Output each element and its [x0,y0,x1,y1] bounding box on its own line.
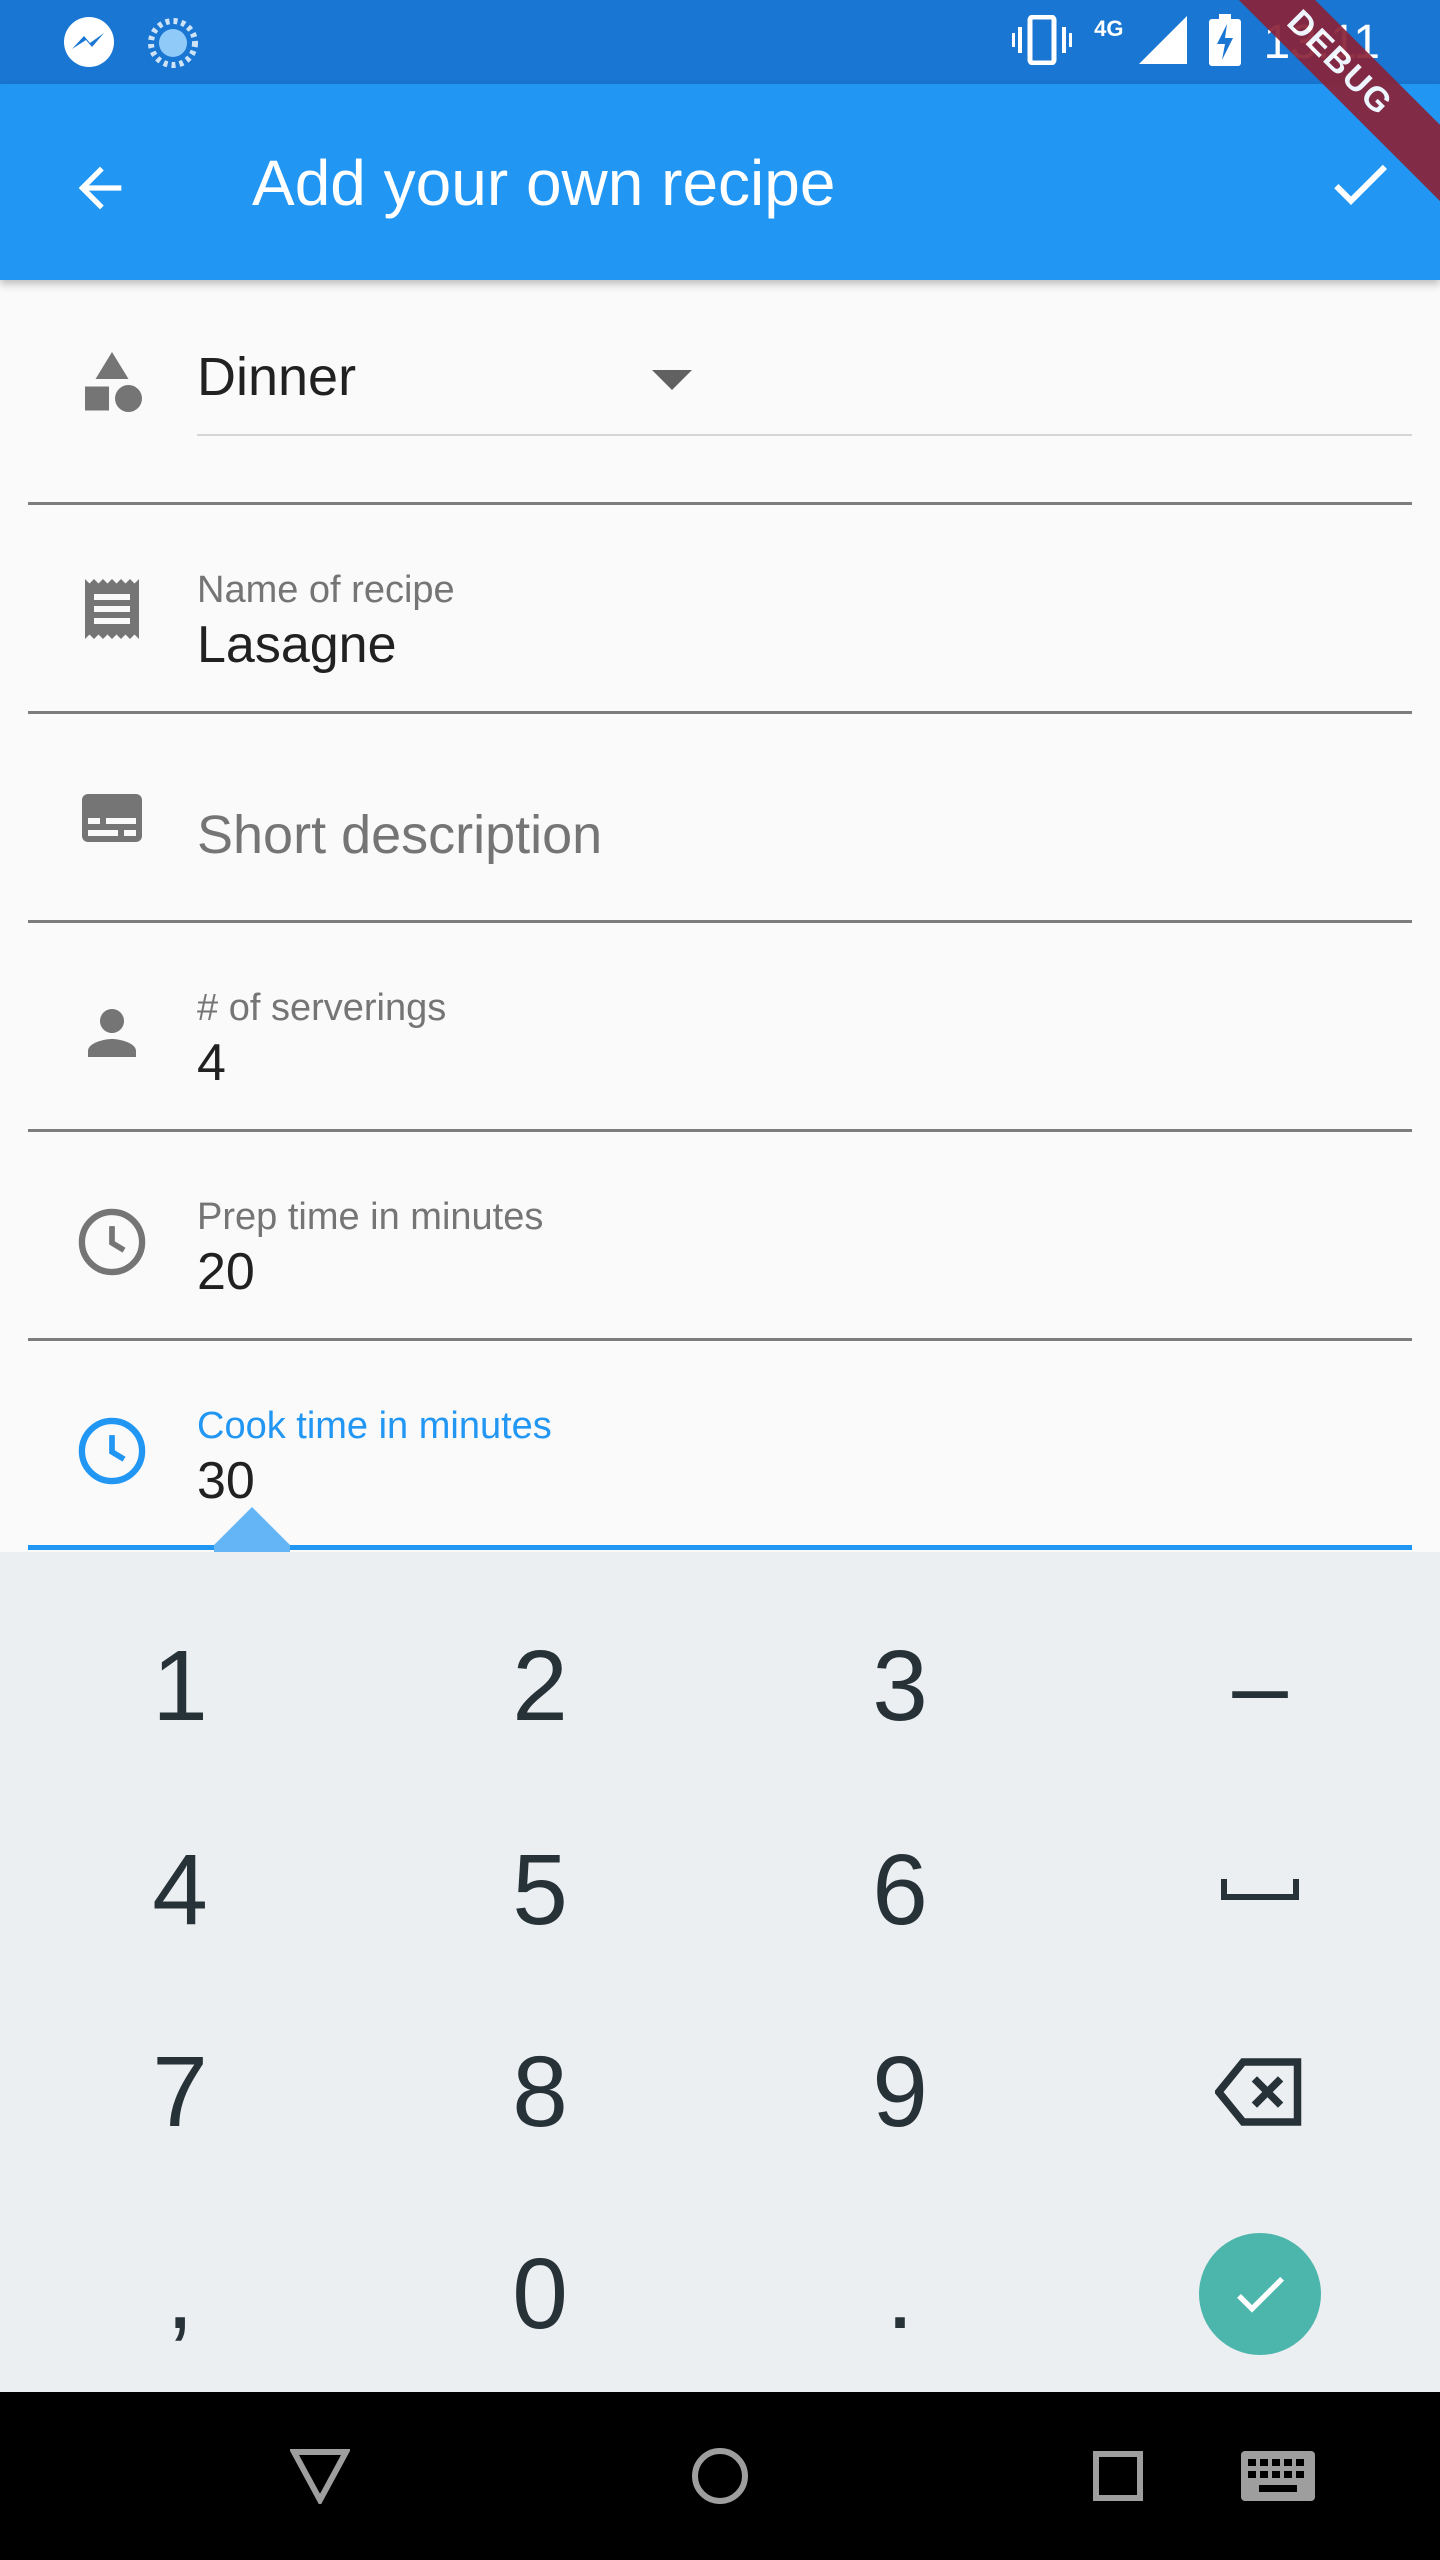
dropdown-underline [197,434,1412,436]
recipe-name-label: Name of recipe [197,569,455,611]
clock-icon [72,1202,152,1282]
servings-label: # of serverings [197,987,447,1029]
key-3[interactable]: 3 [720,1584,1080,1788]
key-4[interactable]: 4 [0,1788,360,1992]
vibrate-icon [1012,14,1073,70]
key-space[interactable] [1080,1788,1440,1992]
system-nav-bar [0,2392,1440,2560]
key-backspace[interactable] [1080,1990,1440,2194]
cook-time-field[interactable]: Cook time in minutes 30 [28,1341,1412,1569]
servings-value: 4 [197,1034,226,1092]
back-button[interactable] [52,140,148,236]
recipe-name-field[interactable]: Name of recipe Lasagne [28,505,1412,714]
key-5[interactable]: 5 [360,1788,720,1992]
done-button[interactable] [1199,2233,1321,2355]
person-icon [72,993,152,1073]
key-6[interactable]: 6 [720,1788,1080,1992]
category-shapes-icon [72,342,152,422]
receipt-icon [72,569,152,649]
key-done[interactable] [1080,2192,1440,2396]
circle-home-icon [692,2448,748,2504]
page-title: Add your own recipe [252,147,836,219]
check-icon [1334,164,1387,205]
subtitles-icon [72,778,152,858]
prep-time-label: Prep time in minutes [197,1196,544,1238]
cook-time-label: Cook time in minutes [197,1405,552,1447]
triangle-back-icon [290,2449,350,2504]
arrow-back-icon [78,166,122,210]
key-7[interactable]: 7 [0,1990,360,2194]
status-bar: 4G 13:11 [0,0,1440,84]
key-9[interactable]: 9 [720,1990,1080,2194]
square-recents-icon [1093,2451,1143,2501]
key-2[interactable]: 2 [360,1584,720,1788]
sync-icon [146,16,200,75]
description-placeholder: Short description [197,805,603,865]
battery-charging-icon [1209,14,1242,71]
key-8[interactable]: 8 [360,1990,720,2194]
description-field[interactable]: Short description [28,714,1412,923]
servings-field[interactable]: # of serverings 4 [28,923,1412,1132]
numeric-keyboard: 1 2 3 – 4 5 6 7 8 9 , 0 . [0,1552,1440,2392]
recipe-form: Dinner Name of recipe Lasagne Short desc… [28,280,1412,1569]
keyboard-switch-button[interactable] [1238,2436,1318,2516]
messenger-icon [62,16,116,75]
key-0[interactable]: 0 [360,2192,720,2396]
space-bar-icon [1221,1879,1299,1900]
prep-time-value: 20 [197,1243,255,1301]
check-icon [1237,2276,1284,2313]
network-type: 4G [1094,15,1124,41]
category-dropdown[interactable]: Dinner [28,280,1412,505]
key-dash[interactable]: – [1080,1584,1440,1788]
app-bar: Add your own recipe [0,84,1440,280]
nav-home-button[interactable] [680,2436,760,2516]
cook-time-value: 30 [197,1452,255,1510]
nav-recents-button[interactable] [1078,2436,1158,2516]
key-period[interactable]: . [720,2192,1080,2396]
backspace-icon [1215,2058,1302,2126]
key-comma[interactable]: , [0,2192,360,2396]
keyboard-icon [1241,2451,1315,2501]
category-value: Dinner [197,347,357,407]
key-1[interactable]: 1 [0,1584,360,1788]
clock-icon [72,1411,152,1491]
recipe-name-value: Lasagne [197,616,397,674]
signal-icon [1139,16,1188,69]
nav-back-button[interactable] [280,2436,360,2516]
prep-time-field[interactable]: Prep time in minutes 20 [28,1132,1412,1341]
dropdown-arrow-icon [652,370,692,397]
